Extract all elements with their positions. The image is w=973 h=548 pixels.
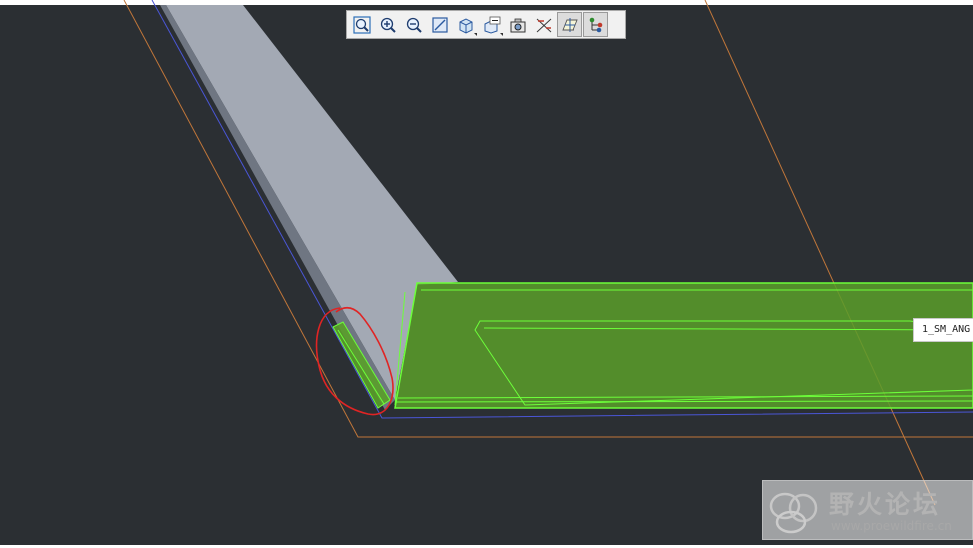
viewport-background [0, 0, 973, 548]
repaint-icon [431, 16, 448, 33]
repaint-button[interactable] [427, 12, 452, 37]
component-tag-label[interactable]: 1_SM_ANG [913, 318, 973, 342]
zoom-out-icon [406, 17, 422, 33]
chevron-down-icon [500, 33, 503, 36]
highlight-base-face [395, 283, 973, 408]
camera-icon [510, 18, 525, 32]
zoom-in-icon [380, 17, 396, 33]
viewport-border-top [0, 0, 973, 5]
chevron-down-icon [474, 33, 477, 36]
annotation-icon [484, 16, 500, 34]
zoom-fit-icon [352, 15, 371, 34]
tree-icon [589, 17, 602, 32]
spin-center-button[interactable] [557, 12, 582, 37]
watermark-url: www.proewildfire.cn [831, 519, 952, 533]
datum-axes-icon [536, 18, 551, 32]
3d-model-scene[interactable] [0, 0, 973, 548]
saved-views-button[interactable] [505, 12, 530, 37]
model-tree-button[interactable] [583, 12, 608, 37]
zoom-in-button[interactable] [375, 12, 400, 37]
forum-watermark: 野火论坛 www.proewildfire.cn [762, 480, 973, 540]
display-style-button[interactable] [453, 12, 478, 37]
annotation-display-button[interactable] [479, 12, 504, 37]
spin-center-icon [561, 17, 578, 32]
graphics-viewport[interactable]: 1_SM_ANG 野火论坛 www.proewildfire.cn [0, 0, 973, 548]
refit-button[interactable] [349, 12, 374, 37]
watermark-title: 野火论坛 [829, 490, 942, 519]
datum-display-button[interactable] [531, 12, 556, 37]
cube-icon [459, 17, 472, 34]
zoom-out-button[interactable] [401, 12, 426, 37]
forum-logo-icon [769, 492, 818, 534]
view-toolbar [346, 10, 626, 39]
